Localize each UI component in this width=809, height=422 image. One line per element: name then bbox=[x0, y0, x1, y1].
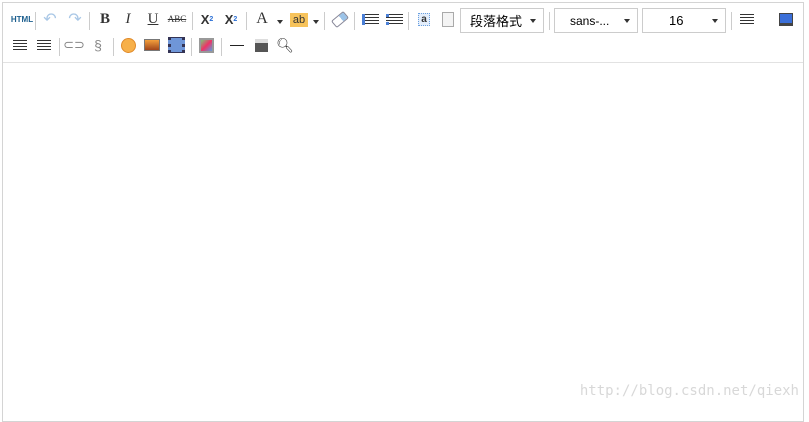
separator bbox=[192, 12, 193, 30]
chevron-down-icon bbox=[624, 19, 630, 23]
insert-link-button[interactable]: ⊂⊃ bbox=[63, 35, 85, 55]
film-icon bbox=[167, 37, 185, 53]
monitor-icon bbox=[779, 12, 793, 26]
font-family-select[interactable]: sans-... bbox=[554, 8, 638, 33]
separator bbox=[549, 12, 550, 30]
eraser-icon bbox=[330, 10, 350, 28]
italic-button[interactable]: I bbox=[118, 9, 138, 29]
unlink-icon: § bbox=[94, 37, 102, 53]
separator bbox=[191, 38, 192, 56]
align-center-button[interactable] bbox=[10, 35, 30, 55]
watermark: http://blog.csdn.net/qiexh bbox=[579, 383, 799, 399]
link-icon: ⊂⊃ bbox=[63, 37, 85, 52]
highlight-dropdown-icon[interactable] bbox=[313, 20, 319, 24]
html-source-button[interactable]: HTML bbox=[11, 9, 33, 29]
redo-button[interactable]: ↷ bbox=[65, 9, 85, 29]
print-button[interactable] bbox=[251, 35, 271, 55]
map-icon bbox=[198, 37, 214, 53]
separator bbox=[221, 38, 222, 56]
select-all-icon: a bbox=[418, 12, 430, 26]
redo-icon: ↷ bbox=[68, 11, 82, 28]
chevron-down-icon bbox=[530, 19, 536, 23]
separator bbox=[89, 12, 90, 30]
fullscreen-button[interactable] bbox=[776, 9, 796, 29]
separator bbox=[731, 12, 732, 30]
superscript-button[interactable]: X2 bbox=[197, 9, 217, 29]
bold-button[interactable]: B bbox=[95, 9, 115, 29]
paragraph-format-select[interactable]: 段落格式 bbox=[460, 8, 544, 33]
unordered-list-icon bbox=[385, 13, 403, 25]
clear-document-button[interactable] bbox=[438, 9, 458, 29]
horizontal-rule-button[interactable] bbox=[227, 35, 247, 55]
select-all-button[interactable]: a bbox=[414, 9, 434, 29]
chevron-down-icon bbox=[712, 19, 718, 23]
insert-image-button[interactable] bbox=[142, 35, 162, 55]
editor-content-area[interactable] bbox=[3, 63, 803, 421]
clear-format-button[interactable] bbox=[330, 9, 350, 29]
smiley-icon bbox=[120, 37, 136, 53]
horizontal-line-icon bbox=[230, 44, 244, 46]
highlight-color-button[interactable]: ab bbox=[290, 13, 308, 27]
emotion-button[interactable] bbox=[118, 35, 138, 55]
align-left-icon bbox=[740, 13, 754, 25]
blank-page-icon bbox=[442, 11, 454, 27]
undo-button[interactable]: ↶ bbox=[40, 9, 60, 29]
unordered-list-button[interactable] bbox=[384, 9, 404, 29]
image-icon bbox=[144, 39, 160, 51]
separator bbox=[35, 12, 36, 30]
insert-map-button[interactable] bbox=[196, 35, 216, 55]
font-color-button[interactable]: A bbox=[252, 9, 272, 29]
font-color-dropdown-icon[interactable] bbox=[277, 20, 283, 24]
underline-button[interactable]: U bbox=[143, 9, 163, 29]
separator bbox=[246, 12, 247, 30]
undo-icon: ↶ bbox=[43, 11, 57, 28]
separator bbox=[408, 12, 409, 30]
unlink-button[interactable]: § bbox=[88, 35, 108, 55]
rich-text-editor: HTML ↶ ↷ B I U ABC X2 X2 A ab a 段落格式 san… bbox=[2, 2, 804, 422]
font-size-select[interactable]: 16 bbox=[642, 8, 726, 33]
insert-video-button[interactable] bbox=[166, 35, 186, 55]
align-right-icon bbox=[37, 39, 51, 51]
align-center-icon bbox=[13, 39, 27, 51]
separator bbox=[59, 38, 60, 56]
magnifier-icon: 🔍︎ bbox=[276, 36, 294, 53]
preview-button[interactable]: 🔍︎ bbox=[275, 35, 295, 55]
separator bbox=[324, 12, 325, 30]
ordered-list-icon bbox=[361, 13, 379, 25]
separator bbox=[354, 12, 355, 30]
separator bbox=[113, 38, 114, 56]
editor-toolbar: HTML ↶ ↷ B I U ABC X2 X2 A ab a 段落格式 san… bbox=[3, 3, 803, 63]
align-right-button[interactable] bbox=[34, 35, 54, 55]
printer-icon bbox=[254, 38, 268, 52]
align-left-button[interactable] bbox=[737, 9, 757, 29]
strikethrough-button[interactable]: ABC bbox=[167, 9, 187, 29]
subscript-button[interactable]: X2 bbox=[221, 9, 241, 29]
ordered-list-button[interactable] bbox=[360, 9, 380, 29]
